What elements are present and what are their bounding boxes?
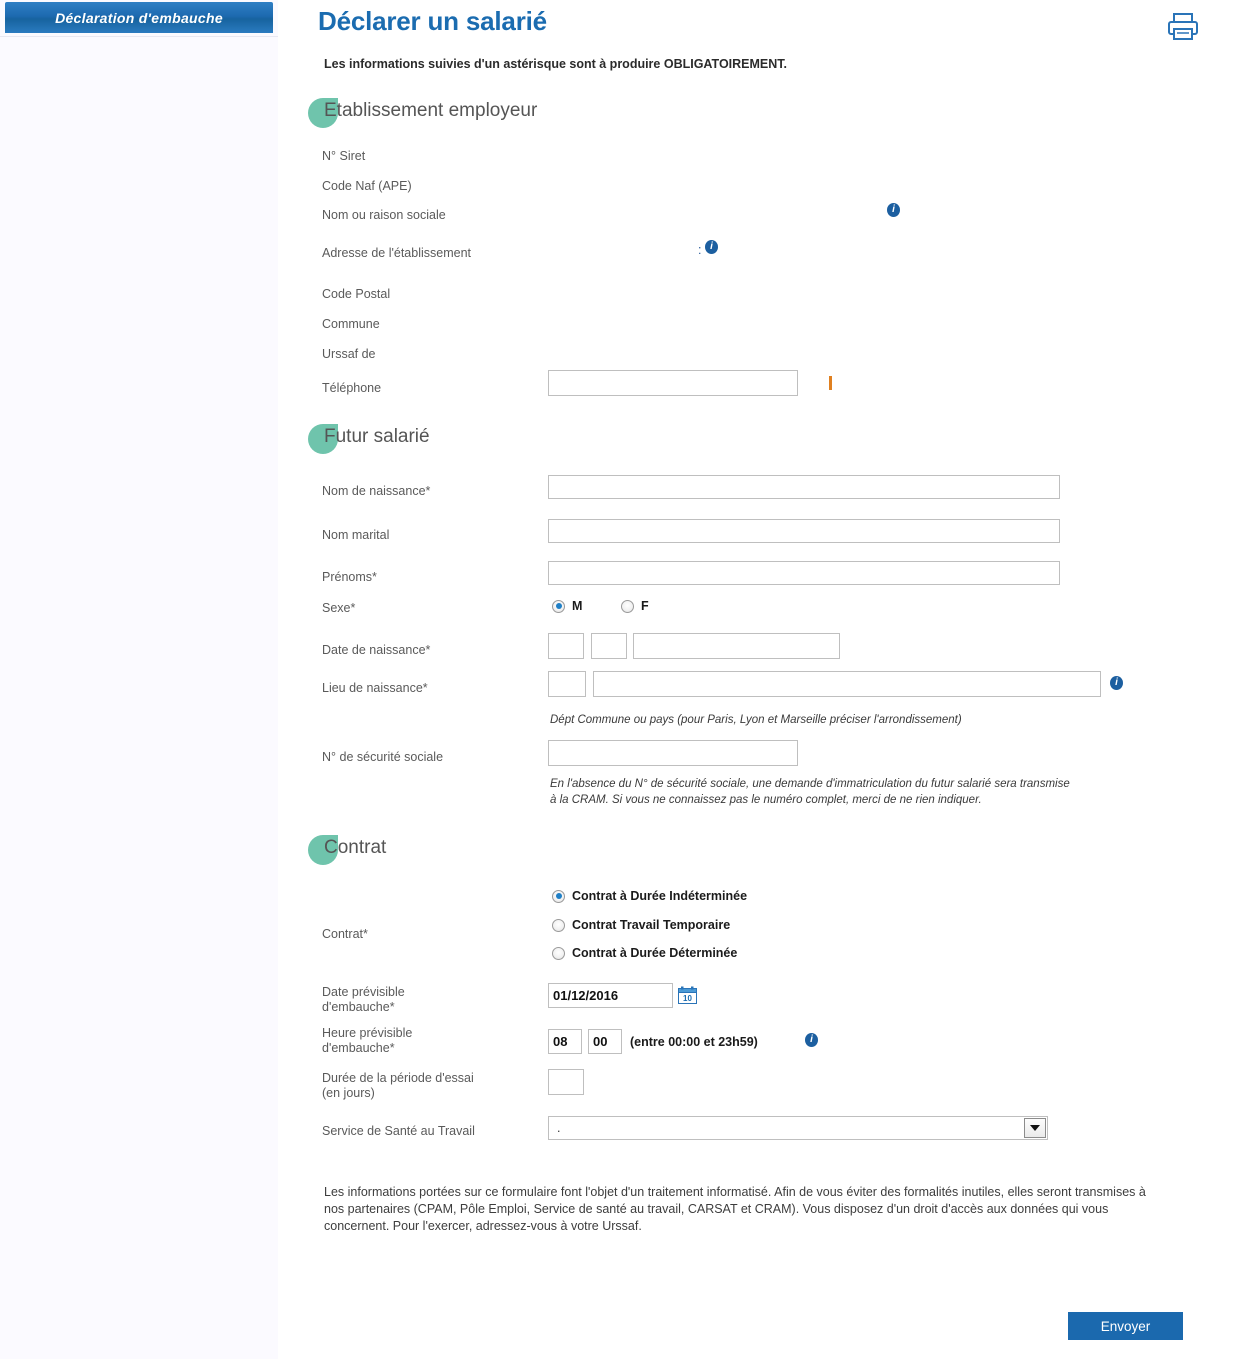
date-naissance-day-input[interactable] xyxy=(548,633,584,659)
label-sexe: Sexe* xyxy=(322,601,356,615)
radio-label-cdi: Contrat à Durée Indéterminée xyxy=(572,889,748,903)
label-date-naissance: Date de naissance* xyxy=(322,643,431,657)
radio-option-travail-temporaire[interactable]: Contrat Travail Temporaire xyxy=(552,918,730,932)
label-numero-securite-sociale: N° de sécurité sociale xyxy=(322,750,444,764)
calendar-icon[interactable]: 10 xyxy=(678,986,697,1004)
label-date-embauche-line1: Date prévisible xyxy=(322,985,405,999)
lieu-naissance-commune-input[interactable] xyxy=(593,671,1101,697)
label-service-sante-travail: Service de Santé au Travail xyxy=(322,1124,475,1138)
section-heading-employer: Etablissement employeur xyxy=(308,98,537,128)
value-adresse-etablissement: : xyxy=(698,243,702,257)
label-nom-marital: Nom marital xyxy=(322,528,390,542)
date-embauche-input[interactable] xyxy=(548,983,673,1008)
label-lieu-naissance: Lieu de naissance* xyxy=(322,681,428,695)
info-icon-heure-embauche[interactable]: i xyxy=(805,1033,818,1047)
date-naissance-month-input[interactable] xyxy=(591,633,627,659)
label-siret: N° Siret xyxy=(322,149,366,163)
periode-essai-input[interactable] xyxy=(548,1069,584,1095)
sidebar-body xyxy=(0,36,278,1359)
section-heading-employee: Futur salarié xyxy=(308,424,430,454)
label-date-embauche-line2: d'embauche* xyxy=(322,1000,395,1014)
radio-label-travail-temporaire: Contrat Travail Temporaire xyxy=(572,918,731,932)
hint-securite-sociale-line1: En l'absence du N° de sécurité sociale, … xyxy=(550,778,1070,790)
heure-embauche-hour-input[interactable] xyxy=(548,1029,582,1054)
label-periode-essai-line2: (en jours) xyxy=(322,1086,375,1100)
telephone-input[interactable] xyxy=(548,370,798,396)
radio-label-cdd: Contrat à Durée Déterminée xyxy=(572,946,738,960)
heure-embauche-minute-input[interactable] xyxy=(588,1029,622,1054)
section-heading-contract: Contrat xyxy=(308,835,386,865)
numero-securite-sociale-input[interactable] xyxy=(548,740,798,766)
label-heure-embauche-line2: d'embauche* xyxy=(322,1041,395,1055)
text-caret xyxy=(829,376,832,390)
label-heure-embauche-line1: Heure prévisible xyxy=(322,1026,413,1040)
label-code-postal: Code Postal xyxy=(322,287,391,301)
label-contrat: Contrat* xyxy=(322,927,368,941)
radio-label-sexe-f: F xyxy=(641,599,649,613)
radio-option-sexe-f[interactable]: F xyxy=(621,599,649,613)
sidebar-tab-label: Déclaration d'embauche xyxy=(55,9,223,26)
main-content: Déclarer un salarié Les informations sui… xyxy=(278,0,1246,1358)
service-sante-travail-value: . xyxy=(557,1121,561,1135)
radio-option-cdi[interactable]: Contrat à Durée Indéterminée xyxy=(552,889,747,903)
label-nom-raison-sociale: Nom ou raison sociale xyxy=(322,208,446,222)
info-icon-lieu-naissance[interactable]: i xyxy=(1110,676,1123,690)
legal-notice: Les informations portées sur ce formulai… xyxy=(324,1185,1146,1233)
chevron-down-icon[interactable] xyxy=(1024,1118,1046,1138)
radio-option-sexe-m[interactable]: M xyxy=(552,599,582,613)
label-periode-essai-line1: Durée de la période d'essai xyxy=(322,1071,474,1085)
info-icon-adresse-etablissement[interactable]: i xyxy=(705,240,718,254)
hint-lieu-naissance: Dépt Commune ou pays (pour Paris, Lyon e… xyxy=(550,714,962,726)
radio-input-travail-temporaire[interactable] xyxy=(552,918,565,932)
service-sante-travail-select[interactable]: . xyxy=(548,1116,1048,1140)
printer-icon[interactable] xyxy=(1163,10,1203,46)
lieu-naissance-dept-input[interactable] xyxy=(548,671,586,697)
radio-input-cdi[interactable] xyxy=(552,889,565,903)
radio-option-cdd[interactable]: Contrat à Durée Déterminée xyxy=(552,946,737,960)
label-adresse-etablissement: Adresse de l'établissement xyxy=(322,246,471,260)
sidebar-tab-declaration-embauche[interactable]: Déclaration d'embauche xyxy=(5,2,273,33)
label-urssaf-de: Urssaf de xyxy=(322,347,376,361)
label-prenoms: Prénoms* xyxy=(322,570,377,584)
radio-input-cdd[interactable] xyxy=(552,946,565,960)
label-nom-naissance: Nom de naissance* xyxy=(322,484,431,498)
radio-input-sexe-f[interactable] xyxy=(621,599,634,613)
label-commune: Commune xyxy=(322,317,380,331)
nom-naissance-input[interactable] xyxy=(548,475,1060,499)
info-icon-nom-raison-sociale[interactable]: i xyxy=(887,203,900,217)
hint-heure-embauche: (entre 00:00 et 23h59) xyxy=(630,1035,758,1049)
svg-text:10: 10 xyxy=(683,994,692,1003)
label-code-naf: Code Naf (APE) xyxy=(322,179,412,193)
date-naissance-year-input[interactable] xyxy=(633,633,840,659)
hint-securite-sociale-line2: à la CRAM. Si vous ne connaissez pas le … xyxy=(550,794,982,806)
prenoms-input[interactable] xyxy=(548,561,1060,585)
radio-label-sexe-m: M xyxy=(572,599,583,613)
sidebar: Déclaration d'embauche xyxy=(0,0,278,1359)
submit-button[interactable]: Envoyer xyxy=(1068,1312,1183,1340)
nom-marital-input[interactable] xyxy=(548,519,1060,543)
radio-input-sexe-m[interactable] xyxy=(552,599,565,613)
required-fields-note: Les informations suivies d'un astérisque… xyxy=(324,57,788,71)
label-telephone: Téléphone xyxy=(322,381,382,395)
page-title: Déclarer un salarié xyxy=(318,6,547,36)
